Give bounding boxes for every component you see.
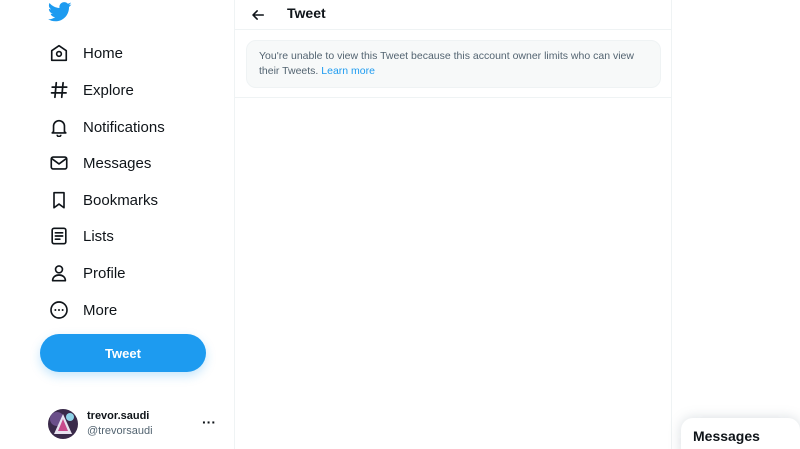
nav-explore[interactable]: Explore [40,73,142,107]
nav-lists[interactable]: Lists [40,219,122,253]
nav-home[interactable]: Home [40,36,131,70]
messages-drawer-title: Messages [693,428,760,444]
nav-messages[interactable]: Messages [40,146,159,180]
hashtag-icon [48,79,70,101]
back-arrow-icon[interactable] [247,4,269,26]
person-icon [48,262,70,284]
nav-lists-label: Lists [83,227,114,245]
nav-bookmarks[interactable]: Bookmarks [40,183,166,217]
left-sidebar: Home Explore Notifications Messages Book… [0,0,234,449]
nav-bookmarks-label: Bookmarks [83,191,159,209]
nav-profile[interactable]: Profile [40,256,134,290]
tweet-unavailable-notice: You're unable to view this Tweet because… [246,40,661,88]
tweet-unavailable-section: You're unable to view this Tweet because… [235,30,671,98]
nav-messages-label: Messages [83,154,152,172]
messages-drawer[interactable]: Messages [681,418,800,449]
nav-notifications-label: Notifications [83,118,165,136]
ellipsis-icon[interactable]: ··· [202,414,216,430]
bookmark-icon [48,189,70,211]
main-header: Tweet [235,0,671,30]
main-column: Tweet You're unable to view this Tweet b… [234,0,672,449]
nav-more-label: More [83,301,118,319]
account-handle: @trevorsaudi [87,425,153,437]
nav-more[interactable]: More [40,293,125,327]
tweet-button[interactable]: Tweet [40,334,206,372]
list-icon [48,225,70,247]
twitter-bird-icon[interactable] [47,2,72,22]
home-icon [48,42,70,64]
page-title: Tweet [287,5,326,21]
bell-icon [48,116,70,138]
notice-text: You're unable to view this Tweet because… [259,50,634,77]
nav-notifications[interactable]: Notifications [40,110,173,144]
learn-more-link[interactable]: Learn more [321,65,375,77]
nav-profile-label: Profile [83,264,126,282]
avatar [48,409,78,439]
nav-home-label: Home [83,44,124,62]
nav-explore-label: Explore [83,81,134,99]
account-switcher[interactable]: trevor.saudi @trevorsaudi ··· [48,405,220,443]
more-circle-icon [48,299,70,321]
envelope-icon [48,152,70,174]
account-name: trevor.saudi [87,410,150,422]
